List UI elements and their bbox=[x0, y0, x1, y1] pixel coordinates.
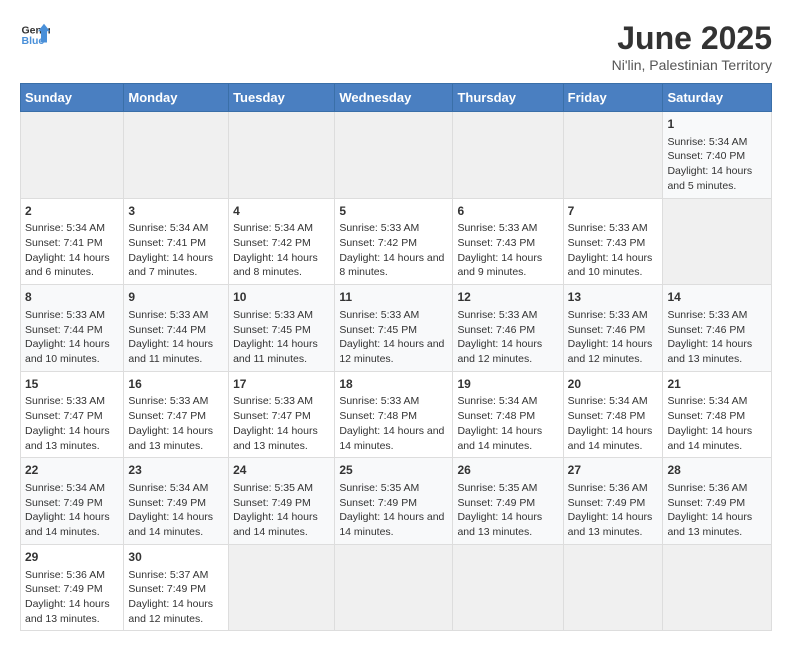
calendar-day: 7Sunrise: 5:33 AMSunset: 7:43 PMDaylight… bbox=[563, 198, 663, 285]
calendar-day: 13Sunrise: 5:33 AMSunset: 7:46 PMDayligh… bbox=[563, 285, 663, 372]
empty-cell bbox=[335, 112, 453, 199]
empty-cell bbox=[21, 112, 124, 199]
calendar-day bbox=[663, 198, 772, 285]
logo: General Blue bbox=[20, 20, 50, 50]
calendar-day: 12Sunrise: 5:33 AMSunset: 7:46 PMDayligh… bbox=[453, 285, 563, 372]
calendar-day: 29Sunrise: 5:36 AMSunset: 7:49 PMDayligh… bbox=[21, 544, 124, 631]
calendar-day: 23Sunrise: 5:34 AMSunset: 7:49 PMDayligh… bbox=[124, 458, 229, 545]
calendar-day: 11Sunrise: 5:33 AMSunset: 7:45 PMDayligh… bbox=[335, 285, 453, 372]
title-area: June 2025 Ni'lin, Palestinian Territory bbox=[612, 20, 772, 73]
page-subtitle: Ni'lin, Palestinian Territory bbox=[612, 57, 772, 73]
empty-cell bbox=[124, 112, 229, 199]
calendar-day: 6Sunrise: 5:33 AMSunset: 7:43 PMDaylight… bbox=[453, 198, 563, 285]
calendar-day: 4Sunrise: 5:34 AMSunset: 7:42 PMDaylight… bbox=[229, 198, 335, 285]
calendar-day: 21Sunrise: 5:34 AMSunset: 7:48 PMDayligh… bbox=[663, 371, 772, 458]
calendar-week-row: 15Sunrise: 5:33 AMSunset: 7:47 PMDayligh… bbox=[21, 371, 772, 458]
calendar-day bbox=[229, 544, 335, 631]
logo-icon: General Blue bbox=[20, 20, 50, 50]
calendar-day: 5Sunrise: 5:33 AMSunset: 7:42 PMDaylight… bbox=[335, 198, 453, 285]
calendar-day: 15Sunrise: 5:33 AMSunset: 7:47 PMDayligh… bbox=[21, 371, 124, 458]
calendar-day: 8Sunrise: 5:33 AMSunset: 7:44 PMDaylight… bbox=[21, 285, 124, 372]
calendar-day: 20Sunrise: 5:34 AMSunset: 7:48 PMDayligh… bbox=[563, 371, 663, 458]
calendar-day: 10Sunrise: 5:33 AMSunset: 7:45 PMDayligh… bbox=[229, 285, 335, 372]
calendar-day: 28Sunrise: 5:36 AMSunset: 7:49 PMDayligh… bbox=[663, 458, 772, 545]
calendar-day: 1Sunrise: 5:34 AMSunset: 7:40 PMDaylight… bbox=[663, 112, 772, 199]
col-saturday: Saturday bbox=[663, 84, 772, 112]
empty-cell bbox=[453, 112, 563, 199]
calendar-week-row: 29Sunrise: 5:36 AMSunset: 7:49 PMDayligh… bbox=[21, 544, 772, 631]
calendar-day: 26Sunrise: 5:35 AMSunset: 7:49 PMDayligh… bbox=[453, 458, 563, 545]
calendar-day: 9Sunrise: 5:33 AMSunset: 7:44 PMDaylight… bbox=[124, 285, 229, 372]
calendar-day: 3Sunrise: 5:34 AMSunset: 7:41 PMDaylight… bbox=[124, 198, 229, 285]
calendar-day: 19Sunrise: 5:34 AMSunset: 7:48 PMDayligh… bbox=[453, 371, 563, 458]
col-wednesday: Wednesday bbox=[335, 84, 453, 112]
empty-cell bbox=[563, 112, 663, 199]
calendar-day: 14Sunrise: 5:33 AMSunset: 7:46 PMDayligh… bbox=[663, 285, 772, 372]
calendar-table: Sunday Monday Tuesday Wednesday Thursday… bbox=[20, 83, 772, 631]
calendar-day: 22Sunrise: 5:34 AMSunset: 7:49 PMDayligh… bbox=[21, 458, 124, 545]
calendar-day bbox=[453, 544, 563, 631]
calendar-day: 27Sunrise: 5:36 AMSunset: 7:49 PMDayligh… bbox=[563, 458, 663, 545]
calendar-week-row: 2Sunrise: 5:34 AMSunset: 7:41 PMDaylight… bbox=[21, 198, 772, 285]
svg-text:Blue: Blue bbox=[22, 35, 45, 47]
calendar-day: 2Sunrise: 5:34 AMSunset: 7:41 PMDaylight… bbox=[21, 198, 124, 285]
calendar-day bbox=[563, 544, 663, 631]
calendar-day: 24Sunrise: 5:35 AMSunset: 7:49 PMDayligh… bbox=[229, 458, 335, 545]
page-title: June 2025 bbox=[612, 20, 772, 57]
calendar-week-row: 8Sunrise: 5:33 AMSunset: 7:44 PMDaylight… bbox=[21, 285, 772, 372]
calendar-day: 17Sunrise: 5:33 AMSunset: 7:47 PMDayligh… bbox=[229, 371, 335, 458]
calendar-week-row: 1Sunrise: 5:34 AMSunset: 7:40 PMDaylight… bbox=[21, 112, 772, 199]
col-monday: Monday bbox=[124, 84, 229, 112]
calendar-day bbox=[663, 544, 772, 631]
calendar-day: 30Sunrise: 5:37 AMSunset: 7:49 PMDayligh… bbox=[124, 544, 229, 631]
calendar-week-row: 22Sunrise: 5:34 AMSunset: 7:49 PMDayligh… bbox=[21, 458, 772, 545]
calendar-day: 18Sunrise: 5:33 AMSunset: 7:48 PMDayligh… bbox=[335, 371, 453, 458]
calendar-header-row: Sunday Monday Tuesday Wednesday Thursday… bbox=[21, 84, 772, 112]
page-header: General Blue June 2025 Ni'lin, Palestini… bbox=[20, 20, 772, 73]
col-friday: Friday bbox=[563, 84, 663, 112]
col-thursday: Thursday bbox=[453, 84, 563, 112]
calendar-day: 16Sunrise: 5:33 AMSunset: 7:47 PMDayligh… bbox=[124, 371, 229, 458]
col-sunday: Sunday bbox=[21, 84, 124, 112]
calendar-day bbox=[335, 544, 453, 631]
calendar-day: 25Sunrise: 5:35 AMSunset: 7:49 PMDayligh… bbox=[335, 458, 453, 545]
empty-cell bbox=[229, 112, 335, 199]
col-tuesday: Tuesday bbox=[229, 84, 335, 112]
